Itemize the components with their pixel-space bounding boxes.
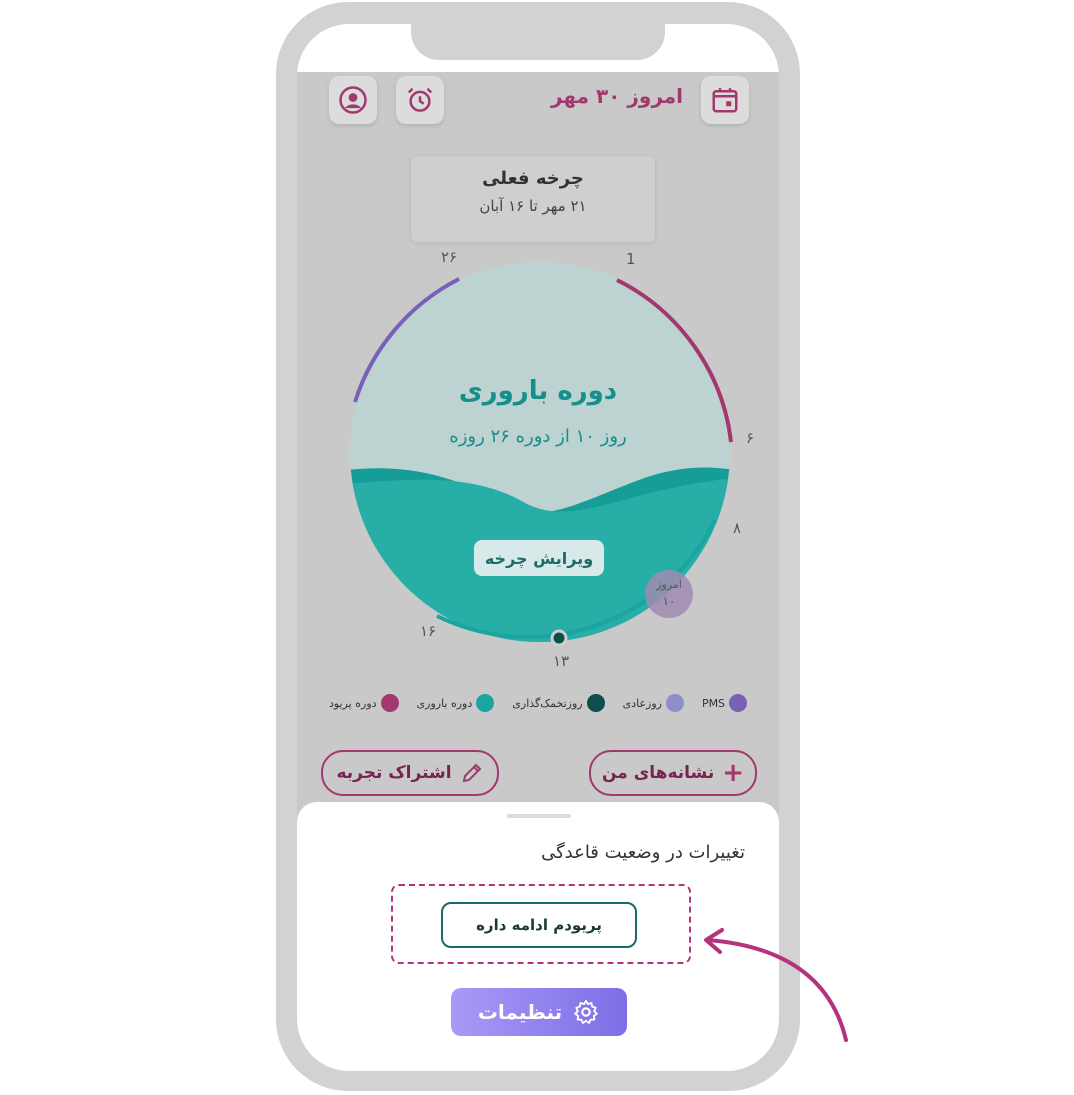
legend-dot xyxy=(586,694,605,712)
legend-item: دوره باروری xyxy=(417,694,495,712)
legend-dot xyxy=(380,694,399,712)
period-continues-button[interactable]: پریودم ادامه داره xyxy=(441,902,637,948)
current-cycle-card: چرخه فعلی ۲۱ مهر تا ۱۶ آبان xyxy=(411,156,655,242)
legend-item: دوره پریود xyxy=(329,694,399,712)
plus-icon: + xyxy=(722,758,745,788)
legend-label: روزعادی xyxy=(622,696,662,710)
share-experience-label: اشتراک تجربه xyxy=(336,763,452,783)
settings-label: تنظیمات xyxy=(477,1000,563,1024)
pencil-icon xyxy=(462,763,481,783)
phone-notch xyxy=(411,22,665,60)
ring-label-day-13: ۱۳ xyxy=(553,652,570,670)
legend-item: روزتخمک‌گذاری xyxy=(512,694,605,712)
ring-label-day-8: ۸ xyxy=(733,519,742,537)
legend-dot xyxy=(476,694,495,712)
legend-label: دوره باروری xyxy=(416,696,473,710)
settings-button[interactable]: تنظیمات xyxy=(451,988,627,1036)
legend-label: روزتخمک‌گذاری xyxy=(512,696,583,710)
edit-cycle-button[interactable]: ویرایش چرخه xyxy=(474,540,604,576)
phase-title: دوره باروری xyxy=(458,376,618,406)
legend-dot xyxy=(729,694,748,712)
profile-button[interactable] xyxy=(329,76,377,124)
current-cycle-title: چرخه فعلی xyxy=(482,168,584,189)
phone-screen: امروز ۳۰ مهر چرخه فعلی ۲۱ مهر تا ۱۶ آبان xyxy=(297,24,779,1071)
today-date: امروز ۳۰ مهر xyxy=(550,84,683,108)
today-marker-label: امروز xyxy=(655,578,682,591)
sheet-handle[interactable] xyxy=(507,814,571,818)
alarm-button[interactable] xyxy=(396,76,444,124)
calendar-button[interactable] xyxy=(701,76,749,124)
profile-icon xyxy=(339,86,367,114)
legend-label: دوره پریود xyxy=(328,696,377,710)
calendar-icon xyxy=(712,88,738,113)
gear-icon xyxy=(574,999,598,1024)
share-experience-button[interactable]: اشتراک تجربه xyxy=(321,750,499,796)
legend-item: PMS xyxy=(701,694,748,712)
my-signs-label: نشانه‌های من xyxy=(601,763,715,783)
ovulation-day-marker xyxy=(550,629,568,647)
legend-dot xyxy=(665,694,684,712)
my-signs-button[interactable]: + نشانه‌های من xyxy=(589,750,757,796)
ring-label-day-26: ۲۶ xyxy=(441,248,458,266)
current-cycle-range: ۲۱ مهر تا ۱۶ آبان xyxy=(479,197,587,215)
sheet-title: تغییرات در وضعیت قاعدگی xyxy=(541,842,745,863)
ring-label-day-16: ۱۶ xyxy=(420,622,437,640)
annotation-arrow-icon xyxy=(704,928,848,1042)
alarm-icon xyxy=(407,87,433,112)
legend-item: روزعادی xyxy=(623,694,684,712)
phase-subtitle: روز ۱۰ از دوره ۲۶ روزه xyxy=(449,426,627,447)
legend-label: PMS xyxy=(701,696,726,710)
ring-label-day-1: 1 xyxy=(626,250,636,268)
cycle-circle: امروز ۱۰ xyxy=(350,262,733,647)
today-marker-day: ۱۰ xyxy=(663,594,676,608)
cycle-legend: دوره پریود دوره باروری روزتخمک‌گذاری روزعاد… xyxy=(297,694,779,712)
